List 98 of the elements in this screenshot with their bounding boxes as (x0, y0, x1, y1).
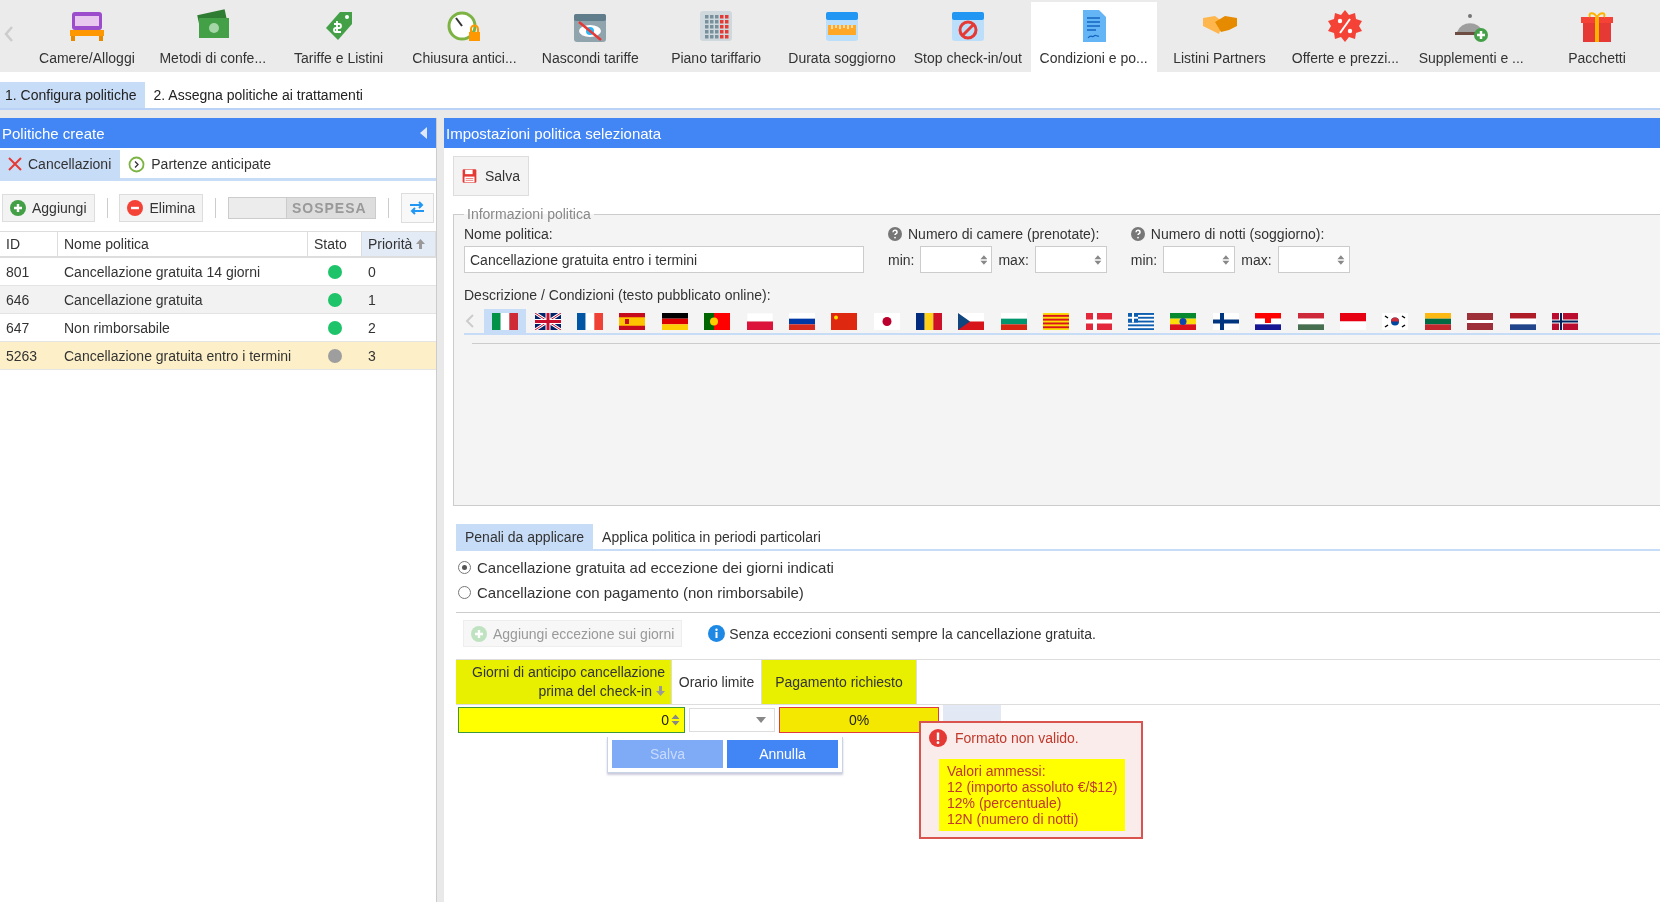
column-header[interactable]: Stato (308, 232, 362, 258)
flag-icon[interactable] (534, 312, 561, 330)
note-line: 12% (percentuale) (947, 795, 1063, 811)
field-label: Nome politica: (464, 226, 554, 242)
panel-title: Politiche create (2, 124, 105, 142)
penalty-tab[interactable]: Applica politica in periodi particolari (593, 524, 830, 549)
field-label: Numero di camere (prenotate): (908, 226, 1100, 242)
priority-cell: 3 (362, 342, 436, 370)
radio-option[interactable]: Cancellazione gratuita ad eccezione dei giorni indicati (458, 559, 1660, 576)
toolbar-item[interactable]: Durata soggiorno (779, 2, 905, 72)
toolbar-item[interactable]: Listini Partners (1156, 2, 1283, 72)
flag-icon[interactable] (1255, 312, 1282, 330)
min-label: min: (888, 251, 915, 268)
flag-icon[interactable] (1128, 312, 1155, 330)
minus-icon (127, 200, 144, 216)
policy-type-tab[interactable]: Partenze anticipate (120, 150, 281, 178)
toolbar-item[interactable]: Offerte e prezzi... (1282, 2, 1409, 72)
toolbar-item[interactable]: Supplementi e ... (1408, 2, 1535, 72)
collapse-icon[interactable] (420, 127, 428, 139)
toolbar-item[interactable]: Chiusura antici... (401, 2, 528, 72)
priority-cell: 1 (362, 286, 436, 314)
flag-icon[interactable] (1467, 312, 1494, 330)
discount-badge-icon (1326, 8, 1365, 44)
flag-icon[interactable] (704, 312, 731, 330)
toolbar-item[interactable]: Metodi di confe... (149, 2, 276, 72)
field-label: Descrizione / Condizioni (testo pubblicato online): (464, 287, 772, 303)
sort-up-icon (416, 239, 426, 249)
step-tab[interactable]: 1. Configura politiche (0, 82, 145, 108)
plus-icon (10, 200, 26, 216)
field-label: Numero di notti (soggiorno): (1150, 226, 1325, 242)
add-button[interactable]: Aggiungi (2, 194, 95, 222)
help-icon (1130, 227, 1145, 241)
flag-icon[interactable] (958, 312, 985, 330)
min-input[interactable] (1163, 246, 1236, 273)
clock-icon (128, 155, 146, 173)
close-icon (8, 157, 22, 171)
flag-icon[interactable] (1551, 312, 1578, 330)
info-text: Senza eccezioni consenti sempre la cancellazione gratuita. (729, 625, 1096, 642)
toolbar-item[interactable]: Nascondi tariffe (527, 2, 654, 72)
penalty-tab[interactable]: Penali da applicare (456, 524, 594, 549)
min-input[interactable] (920, 246, 993, 273)
help-icon (888, 227, 902, 241)
info-icon (708, 625, 726, 642)
flag-icon[interactable] (788, 312, 815, 330)
swap-button[interactable] (400, 193, 434, 223)
flag-icon[interactable] (1382, 312, 1409, 330)
error-title: Formato non valido. (955, 730, 1079, 746)
toolbar-item[interactable]: Camere/Alloggi (24, 2, 150, 72)
toolbar-item[interactable]: Tariffe e Listini (275, 2, 402, 72)
row-edit-button[interactable]: Annulla (727, 740, 838, 768)
swap-icon (409, 200, 426, 216)
caret-icon (756, 717, 766, 723)
note-line: Valori ammessi: (947, 763, 1047, 779)
flag-icon[interactable] (576, 312, 603, 330)
toolbar-item[interactable]: Condizioni e po... (1030, 2, 1157, 72)
days-input[interactable]: 0 (458, 707, 685, 733)
flag-icon[interactable] (1212, 312, 1239, 330)
error-icon (929, 729, 947, 747)
flag-icon[interactable] (916, 312, 943, 330)
grid-column-header[interactable]: Pagamento richiesto (762, 660, 917, 704)
max-input[interactable] (1277, 246, 1350, 273)
policy-name-input[interactable]: Cancellazione gratuita entro i termini (464, 246, 864, 273)
radio-circle[interactable] (458, 561, 471, 574)
save-button[interactable]: Salva (453, 156, 529, 196)
radio-option[interactable]: Cancellazione con pagamento (non rimborsabile) (458, 584, 1660, 601)
flag-icon[interactable] (1424, 312, 1451, 330)
column-header[interactable]: Priorità (362, 232, 436, 258)
spinner-icon[interactable] (671, 713, 680, 727)
note-line: 12 (importo assoluto €/$12) (947, 779, 1118, 795)
delete-button[interactable]: Elimina (119, 194, 204, 222)
note-line: 12N (numero di notti) (947, 811, 1080, 827)
id-cell: 646 (0, 286, 58, 314)
plus-icon (471, 625, 487, 642)
sort-down-icon (656, 686, 665, 696)
payment-input[interactable]: 0% (779, 707, 939, 733)
step-tab[interactable]: 2. Assegna politiche ai trattamenti (148, 82, 371, 108)
column-header[interactable]: Nome politica (58, 232, 308, 258)
name-cell: Cancellazione gratuita (58, 286, 308, 314)
toolbar-item[interactable]: Stop check-in/out (904, 2, 1031, 72)
toggle-thumb[interactable] (229, 198, 288, 218)
min-label: min: (1130, 251, 1158, 268)
flag-icon[interactable] (661, 312, 688, 330)
max-input[interactable] (1034, 246, 1107, 273)
panel-title: Impostazioni politica selezionata (446, 124, 662, 142)
flag-icon[interactable] (1170, 312, 1197, 330)
column-header[interactable]: ID (0, 232, 58, 258)
policy-type-tab[interactable]: Cancellazioni (0, 150, 121, 178)
toolbar-item[interactable]: Piano tariffario (653, 2, 780, 72)
flag-icon[interactable] (873, 312, 900, 330)
radio-circle[interactable] (458, 586, 471, 599)
toolbar-item[interactable]: Pacchetti (1534, 2, 1660, 72)
grid-column-header[interactable]: Giorni di anticipo cancellazione prima del check-in (456, 660, 672, 704)
flag-icon[interactable] (1509, 312, 1536, 330)
max-label: max: (1241, 251, 1272, 268)
name-cell: Cancellazione gratuita entro i termini (58, 342, 308, 370)
section-legend: Informazioni politica (464, 206, 594, 222)
max-label: max: (998, 251, 1029, 268)
id-cell: 5263 (0, 342, 58, 370)
